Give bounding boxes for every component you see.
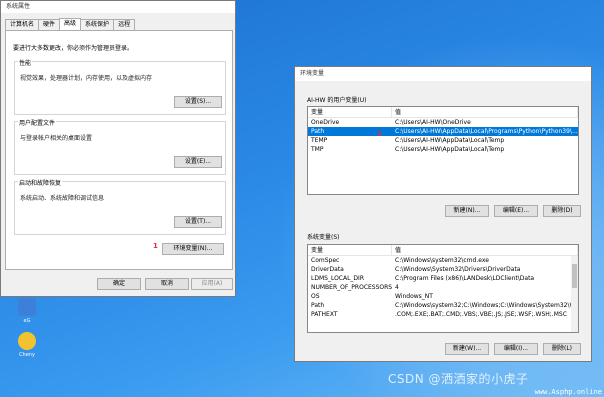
table-row-selected[interactable]: Path C:\Users\AI-HW\AppData\Local\Progra… xyxy=(308,127,578,136)
column-header-name[interactable]: 变量 xyxy=(308,107,392,117)
tab-computer-name[interactable]: 计算机名 xyxy=(5,19,40,30)
var-value: C:\Users\AI-HW\AppData\Local\Temp xyxy=(395,137,505,144)
csdn-watermark: CSDN @洒洒家的小虎子 xyxy=(388,372,529,386)
user-variables-label: AI-HW 的用户变量(U) xyxy=(307,97,367,104)
table-row[interactable]: PATHEXT .COM;.EXE;.BAT;.CMD;.VBS;.VBE;.J… xyxy=(308,310,578,319)
table-row[interactable]: NUMBER_OF_PROCESSORS 4 xyxy=(308,283,578,292)
var-name: PATHEXT xyxy=(311,311,338,318)
list-header: 变量 值 xyxy=(308,245,578,256)
tab-hardware[interactable]: 硬件 xyxy=(38,19,61,30)
site-watermark: www.Asphp.online xyxy=(534,388,602,396)
user-new-button[interactable]: 新建(N)... xyxy=(445,205,489,217)
table-row[interactable]: OS Windows_NT xyxy=(308,292,578,301)
system-variables-list[interactable]: 变量 值 ComSpec C:\Windows\system32\cmd.exe… xyxy=(307,244,579,333)
tab-strip: 计算机名 硬件 高级 系统保护 远程 xyxy=(5,18,136,30)
column-header-value[interactable]: 值 xyxy=(392,245,578,255)
var-value: C:\Windows\system32;C:\Windows;C:\Window… xyxy=(395,302,578,309)
user-icon xyxy=(18,332,36,350)
var-name: LDMS_LOCAL_DIR xyxy=(311,275,364,282)
var-name: OS xyxy=(311,293,320,300)
tab-remote[interactable]: 远程 xyxy=(113,19,136,30)
var-value: C:\Users\AI-HW\AppData\Local\Programs\Py… xyxy=(395,128,578,135)
annotation-marker-2: 2 xyxy=(377,130,382,138)
apply-button[interactable]: 应用(A) xyxy=(191,278,233,290)
var-value: C:\Users\AI-HW\OneDrive xyxy=(395,119,471,126)
desktop-icon-label: Cheny xyxy=(19,352,35,358)
var-value: Windows_NT xyxy=(395,293,433,300)
list-header: 变量 值 xyxy=(308,107,578,118)
var-name: NUMBER_OF_PROCESSORS xyxy=(311,284,392,291)
var-value: C:\Windows\system32\cmd.exe xyxy=(395,257,489,264)
scrollbar-thumb[interactable] xyxy=(572,264,577,288)
var-name: ComSpec xyxy=(311,257,340,264)
user-variables-list[interactable]: 变量 值 OneDrive C:\Users\AI-HW\OneDrive Pa… xyxy=(307,106,579,195)
var-name: Path xyxy=(311,302,325,309)
user-edit-button[interactable]: 编辑(E)... xyxy=(494,205,538,217)
table-row[interactable]: TMP C:\Users\AI-HW\AppData\Local\Temp xyxy=(308,145,578,154)
var-value: C:\Windows\System32\Drivers\DriverData xyxy=(395,266,521,273)
system-new-button[interactable]: 新建(W)... xyxy=(445,343,489,355)
group-desc: 系统启动、系统故障和调试信息 xyxy=(20,195,105,202)
group-desc: 与登录帐户相关的桌面设置 xyxy=(20,135,93,142)
var-value: C:\Program Files (x86)\LANDesk\LDClient\… xyxy=(395,275,535,282)
group-title: 性能 xyxy=(18,58,33,67)
vertical-scrollbar[interactable] xyxy=(571,256,578,332)
table-row[interactable]: TEMP C:\Users\AI-HW\AppData\Local\Temp xyxy=(308,136,578,145)
desktop-icon-label: eG xyxy=(23,318,31,324)
var-value: 4 xyxy=(395,284,399,291)
startup-settings-button[interactable]: 设置(T)... xyxy=(174,216,222,228)
system-delete-button[interactable]: 删除(L) xyxy=(543,343,581,355)
table-row[interactable]: LDMS_LOCAL_DIR C:\Program Files (x86)\LA… xyxy=(308,274,578,283)
var-value: .COM;.EXE;.BAT;.CMD;.VBS;.VBE;.JS;.JSE;.… xyxy=(395,311,567,318)
var-name: OneDrive xyxy=(311,119,340,126)
column-header-name[interactable]: 变量 xyxy=(308,245,392,255)
var-name: TMP xyxy=(311,146,324,153)
group-title: 启动和故障恢复 xyxy=(18,178,63,187)
profiles-settings-button[interactable]: 设置(E)... xyxy=(174,156,222,168)
annotation-marker-1: 1 xyxy=(153,242,158,250)
system-edit-button[interactable]: 编辑(I)... xyxy=(494,343,538,355)
dialog-title: 环境变量 xyxy=(295,67,591,81)
performance-group: 性能 视觉效果，处理器计划，内存使用，以及虚拟内存 设置(S)... xyxy=(14,58,226,115)
system-variables-label: 系统变量(S) xyxy=(307,234,340,241)
performance-settings-button[interactable]: 设置(S)... xyxy=(174,96,222,108)
desktop-icon-eg[interactable]: eG xyxy=(12,298,42,324)
user-profiles-group: 用户配置文件 与登录帐户相关的桌面设置 设置(E)... xyxy=(14,118,226,175)
ok-button[interactable]: 确定 xyxy=(97,278,141,290)
environment-variables-dialog: 环境变量 AI-HW 的用户变量(U) 变量 值 OneDrive C:\Use… xyxy=(294,66,592,362)
table-row[interactable]: Path C:\Windows\system32;C:\Windows;C:\W… xyxy=(308,301,578,310)
app-icon xyxy=(18,298,36,316)
column-header-value[interactable]: 值 xyxy=(392,107,578,117)
environment-variables-button[interactable]: 环境变量(N)... xyxy=(162,243,224,255)
var-value: C:\Users\AI-HW\AppData\Local\Temp xyxy=(395,146,505,153)
tab-advanced[interactable]: 高级 xyxy=(59,18,82,30)
admin-note: 要进行大多数更改，你必须作为管理员登录。 xyxy=(13,45,134,52)
desktop-icon-cheny[interactable]: Cheny xyxy=(12,332,42,358)
var-name: DriverData xyxy=(311,266,344,273)
group-title: 用户配置文件 xyxy=(18,118,57,127)
table-row[interactable]: OneDrive C:\Users\AI-HW\OneDrive xyxy=(308,118,578,127)
tab-system-protection[interactable]: 系统保护 xyxy=(80,19,115,30)
system-properties-dialog: 系统属性 计算机名 硬件 高级 系统保护 远程 要进行大多数更改，你必须作为管理… xyxy=(0,0,236,297)
table-row[interactable]: DriverData C:\Windows\System32\Drivers\D… xyxy=(308,265,578,274)
group-desc: 视觉效果，处理器计划，内存使用，以及虚拟内存 xyxy=(20,75,153,82)
user-delete-button[interactable]: 删除(D) xyxy=(543,205,581,217)
dialog-title: 系统属性 xyxy=(1,1,235,13)
startup-recovery-group: 启动和故障恢复 系统启动、系统故障和调试信息 设置(T)... xyxy=(14,178,226,235)
advanced-panel: 要进行大多数更改，你必须作为管理员登录。 性能 视觉效果，处理器计划，内存使用，… xyxy=(5,30,233,270)
cancel-button[interactable]: 取消 xyxy=(145,278,189,290)
table-row[interactable]: ComSpec C:\Windows\system32\cmd.exe xyxy=(308,256,578,265)
